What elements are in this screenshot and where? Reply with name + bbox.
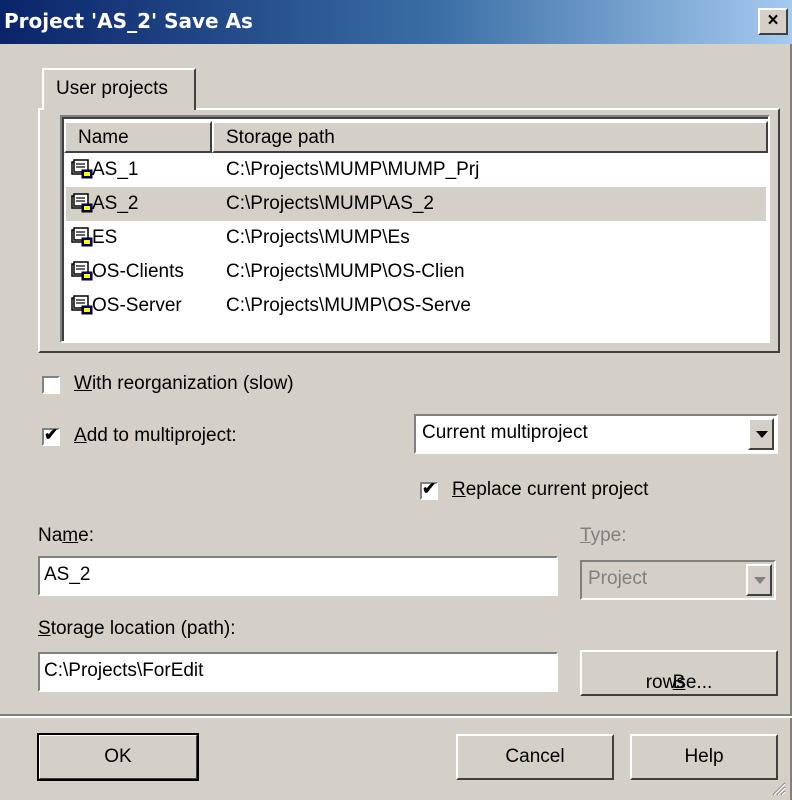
table-row[interactable]: OS-Server C:\Projects\MUMP\OS-Serve	[66, 289, 766, 323]
table-row[interactable]: AS_2 C:\Projects\MUMP\AS_2	[66, 187, 766, 221]
tab-user-projects[interactable]: User projects	[42, 68, 196, 110]
reorganization-label[interactable]: With reorganization (slow)	[74, 373, 294, 395]
column-header-storage-path[interactable]: Storage path	[212, 121, 768, 153]
name-input[interactable]: AS_2	[38, 556, 558, 596]
type-select: Project	[580, 560, 776, 600]
chevron-down-icon	[756, 431, 768, 438]
tab-label: User projects	[56, 78, 168, 99]
multiproject-dropdown-button[interactable]	[748, 418, 774, 450]
project-name: OS-Server	[92, 295, 182, 316]
chevron-down-icon	[754, 577, 766, 584]
reorganization-checkbox[interactable]	[42, 376, 60, 394]
table-row[interactable]: ES C:\Projects\MUMP\Es	[66, 221, 766, 255]
replace-current-project-checkbox[interactable]: ✔	[420, 479, 438, 500]
table-row[interactable]: AS_1 C:\Projects\MUMP\MUMP_Prj	[66, 153, 766, 187]
type-label: Type:	[580, 525, 627, 546]
separator	[0, 714, 792, 718]
column-header-name[interactable]: Name	[64, 121, 212, 153]
project-name: ES	[92, 227, 118, 248]
add-to-multiproject-checkbox[interactable]: ✔	[42, 425, 60, 446]
check-icon: ✔	[422, 479, 437, 498]
table-row[interactable]: OS-Clients C:\Projects\MUMP\OS-Clien	[66, 255, 766, 289]
ok-button[interactable]: OK	[37, 733, 199, 781]
close-button[interactable]: ×	[758, 8, 788, 35]
window-title: Project 'AS_2' Save As	[4, 9, 253, 33]
cancel-button[interactable]: Cancel	[456, 734, 614, 780]
check-icon: ✔	[44, 425, 59, 444]
replace-current-project-label[interactable]: Replace current project	[452, 479, 648, 501]
project-name: AS_2	[92, 193, 139, 214]
resize-grip-icon[interactable]	[770, 780, 786, 796]
project-storage-path: C:\Projects\MUMP\MUMP_Prj	[226, 159, 480, 180]
project-storage-path: C:\Projects\MUMP\Es	[226, 227, 410, 248]
help-button[interactable]: Help	[630, 734, 778, 780]
name-label: Name:	[38, 525, 94, 546]
project-storage-path: C:\Projects\MUMP\AS_2	[226, 193, 434, 214]
close-icon: ×	[767, 10, 779, 31]
save-as-dialog: Project 'AS_2' Save As × User projects N…	[0, 0, 792, 800]
add-to-multiproject-label[interactable]: Add to multiproject:	[74, 425, 237, 447]
type-dropdown-button	[746, 564, 772, 596]
project-storage-path: C:\Projects\MUMP\OS-Serve	[226, 295, 471, 316]
project-storage-path: C:\Projects\MUMP\OS-Clien	[226, 261, 465, 282]
project-list[interactable]: Name Storage path AS_1 C:\Projects\MUMP\M…	[60, 115, 770, 343]
project-name: OS-Clients	[92, 261, 184, 282]
multiproject-select[interactable]: Current multiproject	[414, 414, 778, 454]
title-bar[interactable]: Project 'AS_2' Save As ×	[0, 0, 792, 44]
browse-button[interactable]: Browse...	[580, 650, 778, 696]
storage-location-input[interactable]: C:\Projects\ForEdit	[38, 652, 558, 692]
storage-location-label: Storage location (path):	[38, 618, 236, 639]
project-name: AS_1	[92, 159, 139, 180]
